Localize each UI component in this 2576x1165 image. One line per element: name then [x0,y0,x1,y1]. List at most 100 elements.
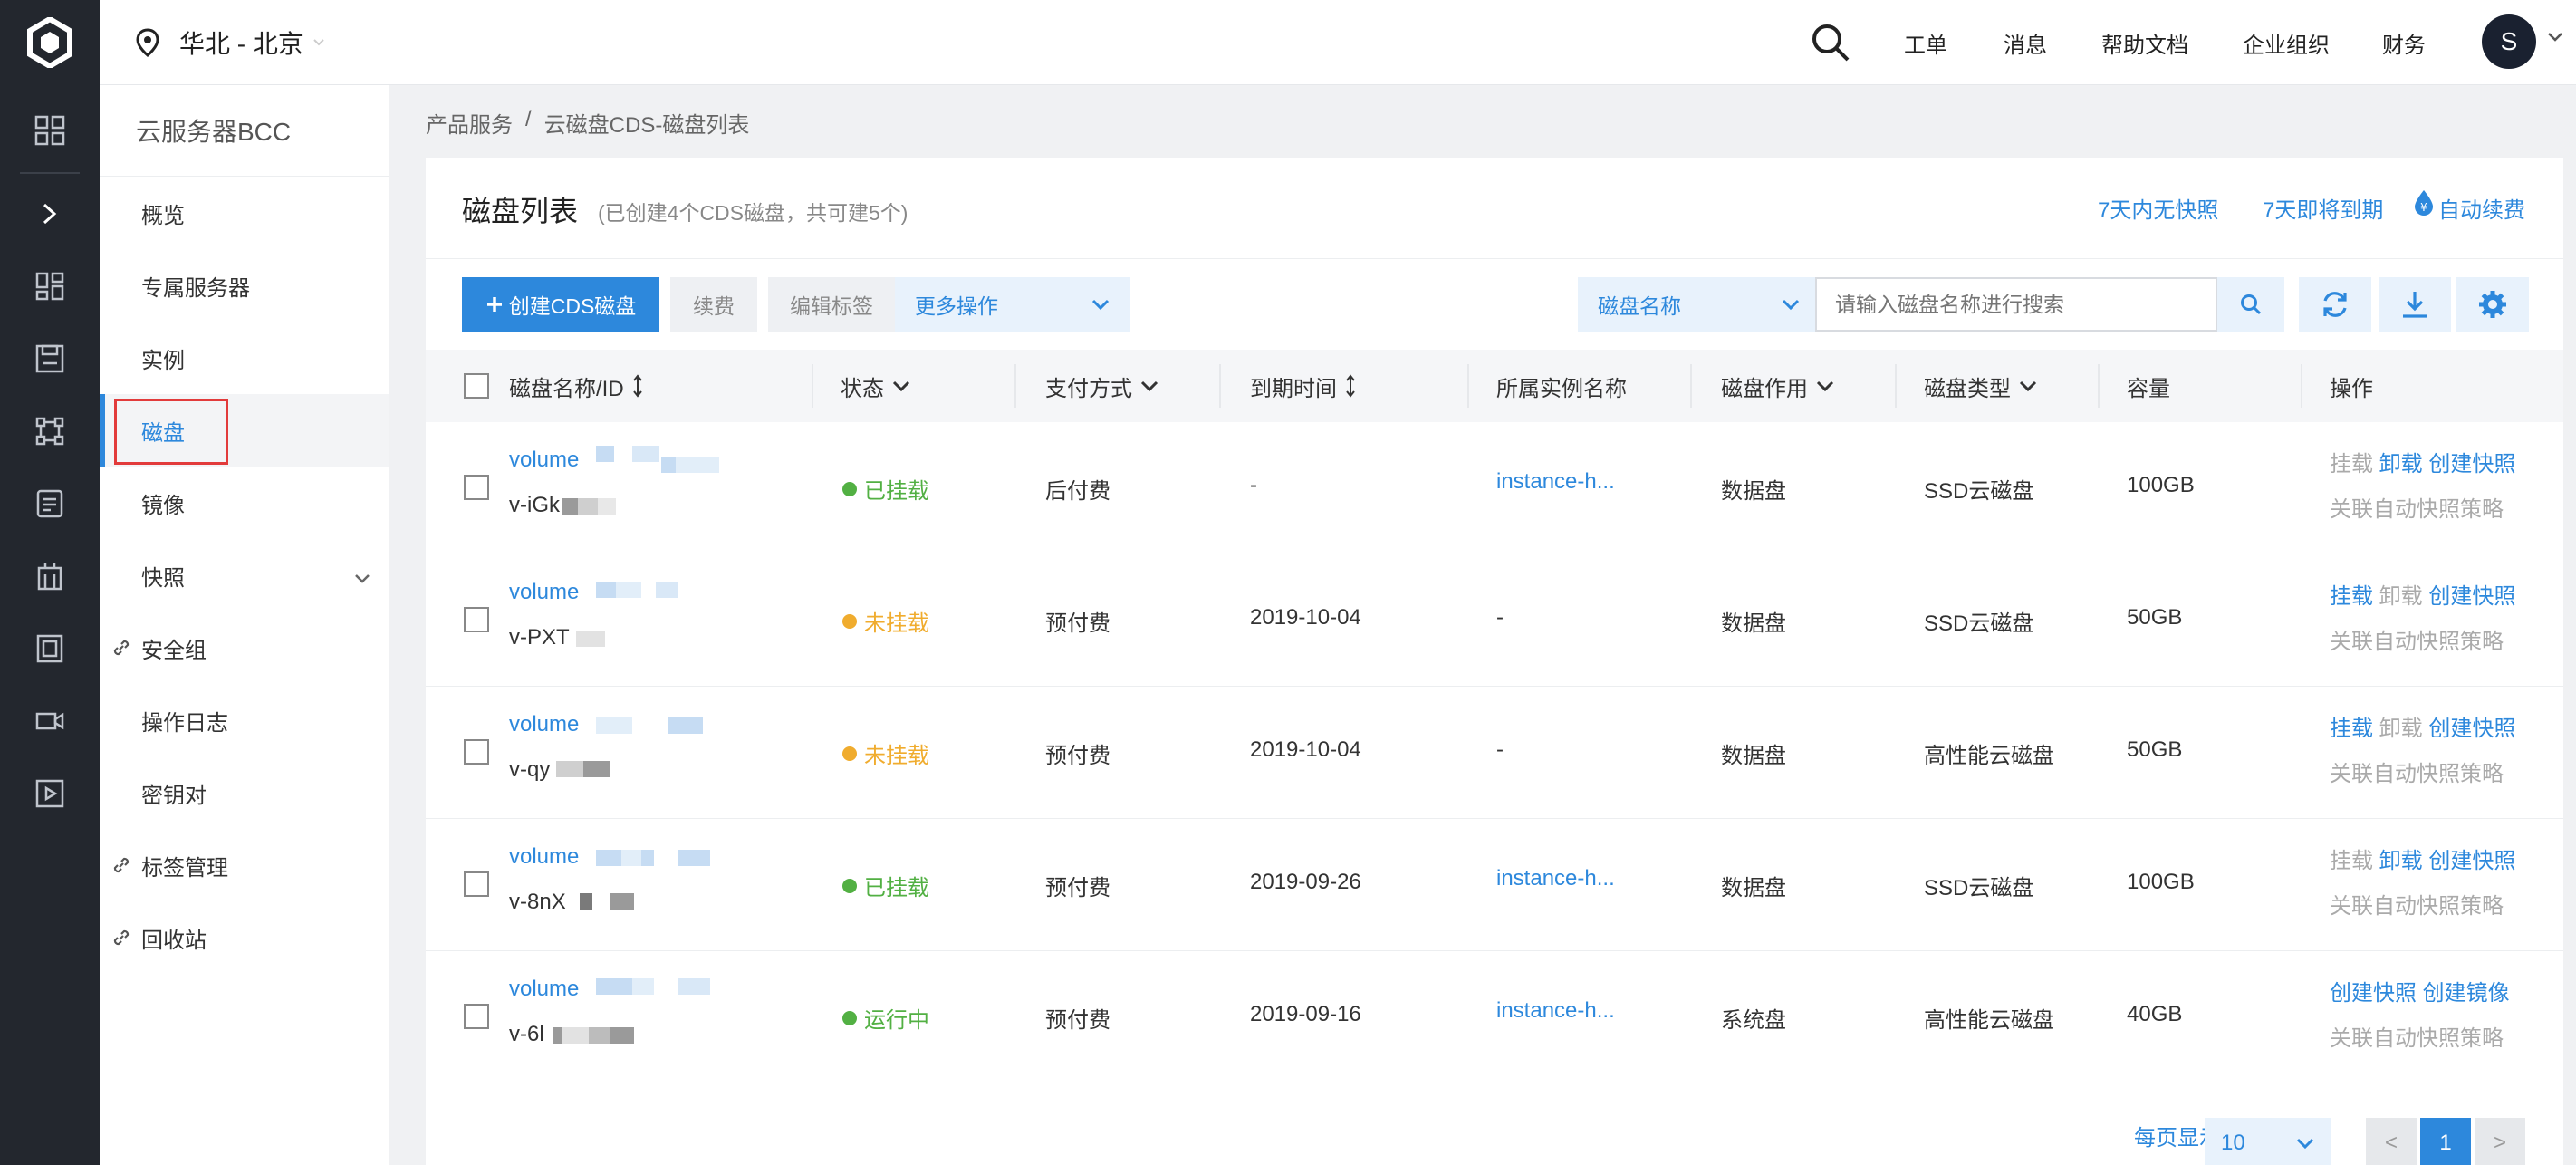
nav-finance[interactable]: 财务 [2382,0,2426,85]
unmount-action[interactable]: 卸载 [2379,849,2423,873]
create-snapshot-action[interactable]: 创建快照 [2428,717,2515,741]
col-header-size: 容量 [2127,376,2170,401]
sidebar-item-security-group[interactable]: 安全组 [100,611,389,684]
disk-name-link[interactable]: volume [509,844,579,870]
expand-chevron-icon[interactable] [0,187,100,241]
sidebar-item-instances[interactable]: 实例 [100,322,389,394]
bind-auto-snapshot-action[interactable]: 关联自动快照策略 [2330,1020,2504,1052]
col-header-type[interactable]: 磁盘类型 [1924,350,2038,422]
sidebar-item-key-pairs[interactable]: 密钥对 [100,756,389,829]
nav-messages[interactable]: 消息 [2004,0,2047,85]
next-page-button[interactable]: > [2475,1118,2525,1165]
row-checkbox[interactable] [464,475,489,500]
book-icon[interactable] [0,621,100,676]
no-snapshot-7d-link[interactable]: 7天内无快照 [2098,192,2218,224]
create-image-action[interactable]: 创建镜像 [2423,981,2510,1006]
download-button[interactable] [2379,277,2451,332]
unmount-action[interactable]: 卸载 [2379,584,2423,609]
disk-type: SSD云磁盘 [1924,876,2034,900]
create-snapshot-action[interactable]: 创建快照 [2330,981,2417,1006]
instance-link[interactable]: instance-h... [1496,866,1615,891]
page-title: 磁盘列表 [462,195,579,227]
search-button[interactable] [2217,277,2284,332]
per-page-select[interactable]: 10 [2205,1118,2331,1165]
sidebar-item-images[interactable]: 镜像 [100,467,389,539]
more-actions-dropdown[interactable]: 更多操作 [895,277,1130,332]
instance-link[interactable]: instance-h... [1496,998,1615,1024]
create-cds-button[interactable]: 创建CDS磁盘 [462,277,659,332]
save-icon[interactable] [0,332,100,386]
grid-icon[interactable] [0,103,100,158]
page-1-button[interactable]: 1 [2420,1118,2471,1165]
building-icon[interactable] [0,549,100,603]
sidebar-item-operation-log[interactable]: 操作日志 [100,684,389,756]
prev-page-button[interactable]: < [2366,1118,2417,1165]
disk-name-link[interactable]: volume [509,977,579,1002]
bind-auto-snapshot-action[interactable]: 关联自动快照策略 [2330,491,2504,523]
row-checkbox[interactable] [464,607,489,632]
row-checkbox[interactable] [464,871,489,897]
nav-tickets[interactable]: 工单 [1904,0,1947,85]
sidebar-item-tag-management[interactable]: 标签管理 [100,829,389,901]
disk-name-link[interactable]: volume [509,448,579,473]
region-selector[interactable]: 华北 - 北京 [136,0,325,85]
create-snapshot-action[interactable]: 创建快照 [2428,452,2515,477]
col-header-role[interactable]: 磁盘作用 [1721,350,1835,422]
breadcrumb-root[interactable]: 产品服务 [426,107,513,139]
search-field-select[interactable]: 磁盘名称 [1578,277,1821,332]
sidebar-item-label: 密钥对 [141,783,207,808]
card-header: 磁盘列表 (已创建4个CDS磁盘，共可建5个) 7天内无快照 7天即将到期 ¥ … [426,158,2563,259]
logo-icon[interactable] [0,0,100,85]
sidebar-item-recycle-bin[interactable]: 回收站 [100,901,389,974]
nav-help-docs[interactable]: 帮助文档 [2101,0,2188,85]
select-all-checkbox[interactable] [464,373,489,399]
col-header-payment[interactable]: 支付方式 [1045,350,1159,422]
create-snapshot-action[interactable]: 创建快照 [2428,849,2515,873]
breadcrumb-separator: / [525,107,532,131]
row-checkbox[interactable] [464,739,489,765]
mount-action[interactable]: 挂载 [2330,452,2373,477]
col-header-status[interactable]: 状态 [841,350,911,422]
settings-button[interactable] [2456,277,2529,332]
col-header-name[interactable]: 磁盘名称/ID [509,350,644,422]
sidebar-item-snapshots[interactable]: 快照 [100,539,389,611]
sidebar-item-dedicated-server[interactable]: 专属服务器 [100,249,389,322]
video-icon[interactable] [0,694,100,748]
status-dot [842,878,857,893]
create-snapshot-action[interactable]: 创建快照 [2428,584,2515,609]
sidebar-item-label: 操作日志 [141,710,228,736]
nav-enterprise[interactable]: 企业组织 [2243,0,2330,85]
redacted-text [596,978,710,995]
col-header-expire[interactable]: 到期时间 [1250,350,1357,422]
search-input[interactable] [1815,277,2217,332]
filter-chevron-icon [1816,380,1834,392]
document-icon[interactable] [0,477,100,531]
column-divider [1467,364,1469,408]
bind-auto-snapshot-action[interactable]: 关联自动快照策略 [2330,888,2504,919]
search-icon[interactable] [1810,22,1851,63]
auto-renew-link[interactable]: 自动续费 [2438,192,2525,224]
chevron-down-icon[interactable] [2547,31,2563,47]
sidebar-item-overview[interactable]: 概览 [100,177,389,249]
status-badge: 未挂载 [842,605,929,637]
mount-action[interactable]: 挂载 [2330,849,2373,873]
mount-action[interactable]: 挂载 [2330,584,2373,609]
mount-action[interactable]: 挂载 [2330,717,2373,741]
disk-name-link[interactable]: volume [509,712,579,737]
edit-tags-button[interactable]: 编辑标签 [768,277,895,332]
network-icon[interactable] [0,404,100,458]
refresh-button[interactable] [2299,277,2371,332]
row-checkbox[interactable] [464,1004,489,1029]
avatar[interactable]: S [2482,14,2536,69]
disk-name-link[interactable]: volume [509,580,579,605]
renew-button[interactable]: 续费 [670,277,757,332]
active-indicator [100,394,105,467]
instance-link[interactable]: instance-h... [1496,469,1615,495]
play-icon[interactable] [0,766,100,821]
dashboard-icon[interactable] [0,259,100,313]
bind-auto-snapshot-action[interactable]: 关联自动快照策略 [2330,623,2504,655]
expiring-7d-link[interactable]: 7天即将到期 [2263,192,2383,224]
unmount-action[interactable]: 卸载 [2379,717,2423,741]
unmount-action[interactable]: 卸载 [2379,452,2423,477]
bind-auto-snapshot-action[interactable]: 关联自动快照策略 [2330,756,2504,787]
